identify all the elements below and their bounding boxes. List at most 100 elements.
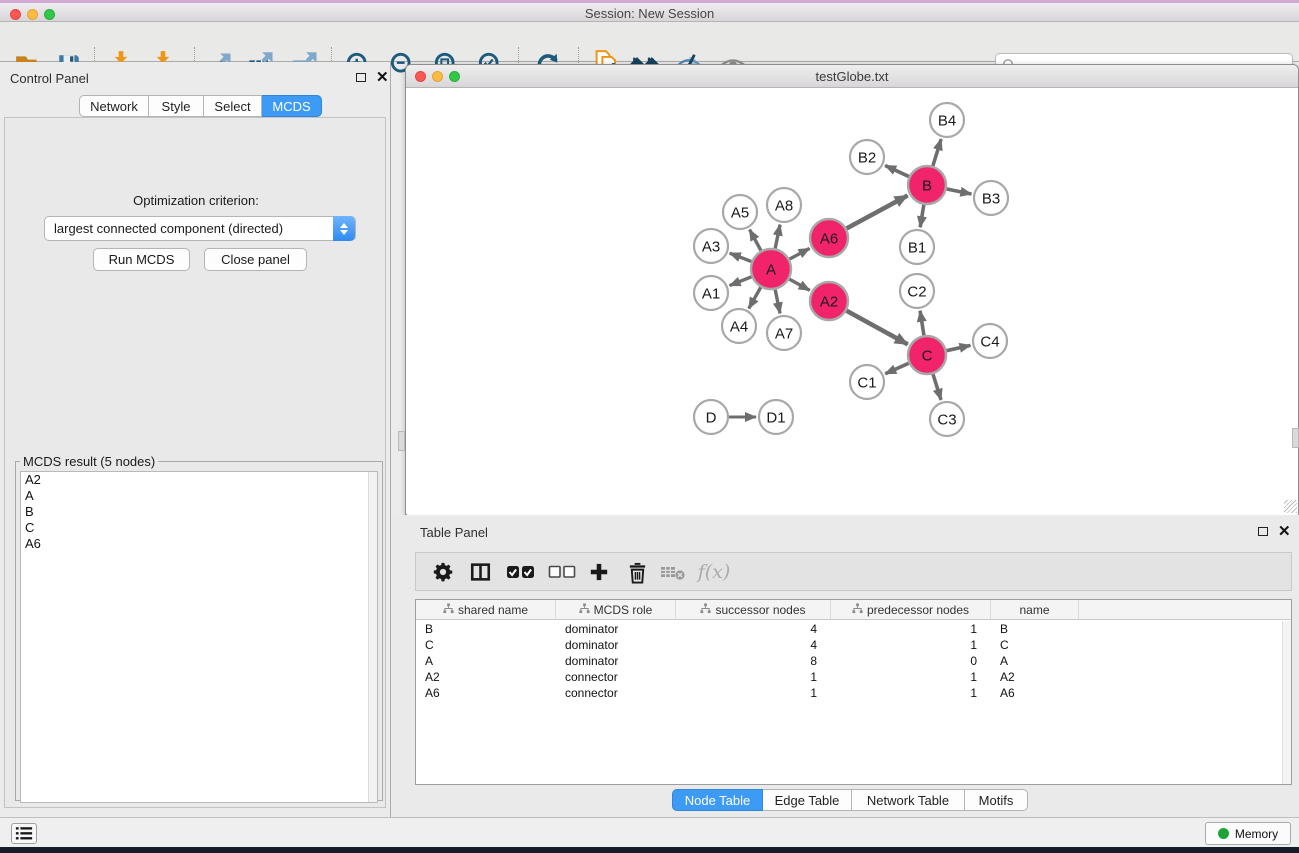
delete-column-trash-icon[interactable] (622, 558, 652, 586)
table-cell[interactable]: 1 (676, 669, 831, 685)
function-builder-icon[interactable]: f(x) (694, 558, 734, 586)
edge-C-C4[interactable] (944, 345, 971, 351)
node-D1[interactable]: D1 (759, 400, 793, 434)
table-cell[interactable]: A (416, 653, 556, 669)
mcds-result-item[interactable]: C (21, 520, 377, 536)
edge-A6-B[interactable] (844, 195, 908, 229)
vertical-split-gripper[interactable] (398, 431, 405, 451)
edge-C-C3[interactable] (932, 371, 941, 400)
table-cell[interactable]: B (991, 621, 1079, 637)
network-graph[interactable]: B4B2BB3A5A8A6A3AB1A1A2C2A4A7C4CC1DD1C3 (407, 88, 1298, 515)
memory-button[interactable]: Memory (1205, 822, 1291, 845)
table-row[interactable]: Cdominator41C (416, 637, 1281, 653)
table-cell[interactable]: 1 (831, 637, 991, 653)
node-D[interactable]: D (694, 400, 728, 434)
edge-A-A2[interactable] (787, 278, 810, 291)
edge-C-C1[interactable] (885, 362, 911, 374)
add-column-icon[interactable] (584, 558, 614, 586)
run-mcds-button[interactable]: Run MCDS (93, 248, 190, 271)
table-cell[interactable]: C (416, 637, 556, 653)
node-A2[interactable]: A2 (810, 282, 848, 320)
table-row[interactable]: Adominator80A (416, 653, 1281, 669)
float-panel-icon[interactable] (356, 73, 366, 82)
edge-B-B4[interactable] (932, 139, 941, 169)
node-B2[interactable]: B2 (850, 140, 884, 174)
window-resize-handle[interactable] (1284, 500, 1297, 513)
column-header-predecessor-nodes[interactable]: predecessor nodes (831, 600, 991, 620)
tab-network-table[interactable]: Network Table (852, 789, 965, 811)
column-header-MCDS-role[interactable]: MCDS role (556, 600, 676, 620)
edge-B-B3[interactable] (944, 188, 972, 194)
column-header-name[interactable]: name (991, 600, 1079, 620)
node-B4[interactable]: B4 (930, 103, 964, 137)
tab-motifs[interactable]: Motifs (965, 789, 1028, 811)
table-cell[interactable]: C (991, 637, 1079, 653)
table-cell[interactable]: A2 (991, 669, 1079, 685)
node-C[interactable]: C (908, 336, 946, 374)
node-A6[interactable]: A6 (810, 219, 848, 257)
node-B3[interactable]: B3 (974, 181, 1008, 215)
settings-gear-icon[interactable] (428, 558, 458, 586)
table-cell[interactable]: 1 (831, 685, 991, 701)
node-A1[interactable]: A1 (694, 276, 728, 310)
delete-table-icon[interactable] (658, 558, 688, 586)
node-C4[interactable]: C4 (973, 324, 1007, 358)
table-cell[interactable]: dominator (556, 653, 676, 669)
criterion-dropdown[interactable]: largest connected component (directed) (44, 216, 356, 241)
node-C1[interactable]: C1 (850, 365, 884, 399)
table-cell[interactable]: A6 (991, 685, 1079, 701)
table-cell[interactable]: 1 (831, 621, 991, 637)
table-float-icon[interactable] (1258, 527, 1268, 536)
edge-A-A4[interactable] (749, 285, 762, 309)
tab-network[interactable]: Network (79, 95, 149, 117)
close-panel-button[interactable]: Close panel (204, 248, 307, 271)
table-row[interactable]: A2connector11A2 (416, 669, 1281, 685)
deselect-all-icon[interactable] (544, 558, 580, 586)
network-canvas[interactable]: B4B2BB3A5A8A6A3AB1A1A2C2A4A7C4CC1DD1C3 (407, 88, 1298, 515)
mcds-result-item[interactable]: B (21, 504, 377, 520)
task-history-button[interactable] (11, 823, 37, 844)
table-cell[interactable]: connector (556, 685, 676, 701)
column-view-icon[interactable] (465, 558, 495, 586)
tab-select[interactable]: Select (204, 95, 262, 117)
node-A5[interactable]: A5 (723, 195, 757, 229)
table-cell[interactable]: 4 (676, 637, 831, 653)
table-cell[interactable]: A6 (416, 685, 556, 701)
select-all-icon[interactable] (503, 558, 539, 586)
table-row[interactable]: A6connector11A6 (416, 685, 1281, 701)
node-A[interactable]: A (751, 249, 791, 289)
table-cell[interactable]: dominator (556, 621, 676, 637)
edge-A-A6[interactable] (787, 248, 810, 260)
node-A8[interactable]: A8 (767, 188, 801, 222)
table-close-icon[interactable]: ✕ (1278, 526, 1291, 538)
table-scrollbar[interactable] (1282, 621, 1291, 784)
table-cell[interactable]: B (416, 621, 556, 637)
edge-A-A1[interactable] (730, 276, 755, 286)
tab-mcds[interactable]: MCDS (262, 95, 322, 117)
table-cell[interactable]: A2 (416, 669, 556, 685)
edge-B-B2[interactable] (885, 165, 911, 177)
node-C2[interactable]: C2 (900, 274, 934, 308)
edge-B-B1[interactable] (920, 202, 924, 227)
close-panel-icon[interactable]: ✕ (376, 72, 389, 84)
column-header-shared-name[interactable]: shared name (416, 600, 556, 620)
table-cell[interactable]: 0 (831, 653, 991, 669)
node-C3[interactable]: C3 (930, 402, 964, 436)
edge-A-A8[interactable] (775, 225, 780, 252)
mcds-list-scrollbar[interactable] (368, 472, 377, 802)
table-cell[interactable]: 8 (676, 653, 831, 669)
edge-A-A7[interactable] (775, 287, 780, 314)
node-B1[interactable]: B1 (900, 230, 934, 264)
table-cell[interactable]: 1 (676, 685, 831, 701)
table-row[interactable]: Bdominator41B (416, 621, 1281, 637)
node-A3[interactable]: A3 (694, 229, 728, 263)
mcds-result-item[interactable]: A (21, 488, 377, 504)
edge-C-C2[interactable] (920, 311, 924, 338)
edge-A-A3[interactable] (730, 253, 755, 262)
table-cell[interactable]: 4 (676, 621, 831, 637)
tab-node-table[interactable]: Node Table (672, 789, 763, 811)
table-cell[interactable]: connector (556, 669, 676, 685)
node-B[interactable]: B (908, 166, 946, 204)
table-cell[interactable]: A (991, 653, 1079, 669)
tab-edge-table[interactable]: Edge Table (763, 789, 852, 811)
